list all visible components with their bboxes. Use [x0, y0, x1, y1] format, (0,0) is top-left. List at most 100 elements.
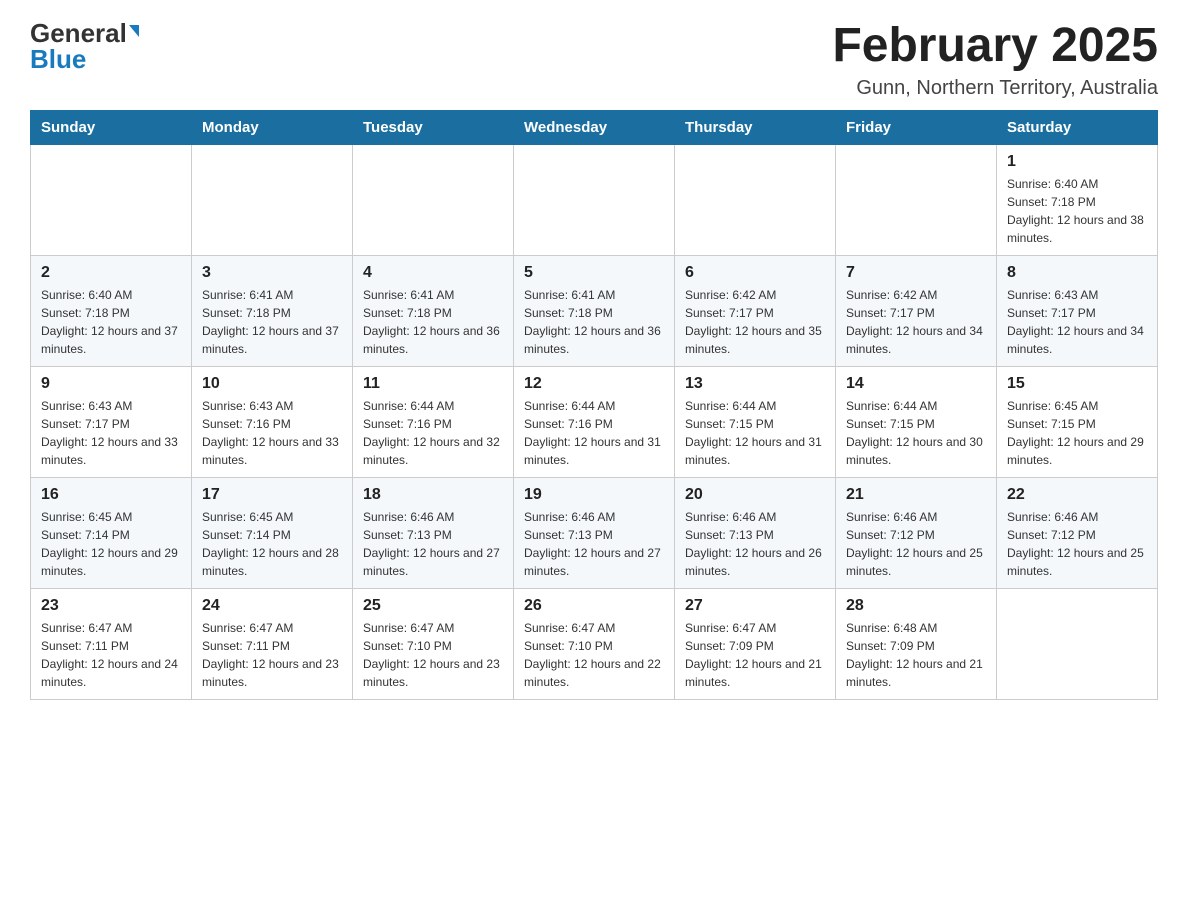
- calendar-cell: 3 Sunrise: 6:41 AM Sunset: 7:18 PM Daylig…: [192, 255, 353, 366]
- day-info: Sunrise: 6:46 AM Sunset: 7:12 PM Dayligh…: [846, 508, 986, 580]
- day-info: Sunrise: 6:42 AM Sunset: 7:17 PM Dayligh…: [685, 286, 825, 358]
- calendar-cell: 25 Sunrise: 6:47 AM Sunset: 7:10 PM Dayli…: [353, 588, 514, 699]
- day-number: 28: [846, 597, 986, 615]
- calendar-cell: 9 Sunrise: 6:43 AM Sunset: 7:17 PM Daylig…: [31, 366, 192, 477]
- calendar-cell: 5 Sunrise: 6:41 AM Sunset: 7:18 PM Daylig…: [514, 255, 675, 366]
- calendar-cell: 23 Sunrise: 6:47 AM Sunset: 7:11 PM Dayli…: [31, 588, 192, 699]
- day-number: 24: [202, 597, 342, 615]
- day-info: Sunrise: 6:48 AM Sunset: 7:09 PM Dayligh…: [846, 619, 986, 691]
- day-info: Sunrise: 6:41 AM Sunset: 7:18 PM Dayligh…: [202, 286, 342, 358]
- day-info: Sunrise: 6:43 AM Sunset: 7:17 PM Dayligh…: [1007, 286, 1147, 358]
- calendar-header-row: SundayMondayTuesdayWednesdayThursdayFrid…: [31, 110, 1158, 144]
- calendar-cell: 19 Sunrise: 6:46 AM Sunset: 7:13 PM Dayli…: [514, 477, 675, 588]
- day-number: 21: [846, 486, 986, 504]
- calendar-cell: 20 Sunrise: 6:46 AM Sunset: 7:13 PM Dayli…: [675, 477, 836, 588]
- header-sunday: Sunday: [31, 110, 192, 144]
- day-info: Sunrise: 6:44 AM Sunset: 7:15 PM Dayligh…: [685, 397, 825, 469]
- day-info: Sunrise: 6:42 AM Sunset: 7:17 PM Dayligh…: [846, 286, 986, 358]
- day-number: 23: [41, 597, 181, 615]
- calendar-cell: [997, 588, 1158, 699]
- day-info: Sunrise: 6:43 AM Sunset: 7:16 PM Dayligh…: [202, 397, 342, 469]
- calendar-cell: 8 Sunrise: 6:43 AM Sunset: 7:17 PM Daylig…: [997, 255, 1158, 366]
- day-info: Sunrise: 6:46 AM Sunset: 7:13 PM Dayligh…: [363, 508, 503, 580]
- day-number: 6: [685, 264, 825, 282]
- day-number: 9: [41, 375, 181, 393]
- calendar-cell: 18 Sunrise: 6:46 AM Sunset: 7:13 PM Dayli…: [353, 477, 514, 588]
- day-info: Sunrise: 6:46 AM Sunset: 7:13 PM Dayligh…: [685, 508, 825, 580]
- calendar-cell: 11 Sunrise: 6:44 AM Sunset: 7:16 PM Dayli…: [353, 366, 514, 477]
- header-wednesday: Wednesday: [514, 110, 675, 144]
- day-number: 20: [685, 486, 825, 504]
- calendar-cell: 6 Sunrise: 6:42 AM Sunset: 7:17 PM Daylig…: [675, 255, 836, 366]
- day-number: 7: [846, 264, 986, 282]
- day-number: 16: [41, 486, 181, 504]
- day-number: 14: [846, 375, 986, 393]
- calendar-cell: 22Sunrise: 6:46 AM Sunset: 7:12 PM Dayli…: [997, 477, 1158, 588]
- calendar-cell: [353, 144, 514, 255]
- calendar-cell: [675, 144, 836, 255]
- day-info: Sunrise: 6:44 AM Sunset: 7:16 PM Dayligh…: [524, 397, 664, 469]
- logo-general-text: General: [30, 20, 127, 46]
- month-title: February 2025: [832, 20, 1158, 73]
- day-info: Sunrise: 6:47 AM Sunset: 7:10 PM Dayligh…: [363, 619, 503, 691]
- calendar-cell: 7 Sunrise: 6:42 AM Sunset: 7:17 PM Daylig…: [836, 255, 997, 366]
- day-number: 5: [524, 264, 664, 282]
- calendar-cell: 24 Sunrise: 6:47 AM Sunset: 7:11 PM Dayli…: [192, 588, 353, 699]
- header-friday: Friday: [836, 110, 997, 144]
- calendar-cell: [192, 144, 353, 255]
- calendar-cell: 13 Sunrise: 6:44 AM Sunset: 7:15 PM Dayli…: [675, 366, 836, 477]
- header-saturday: Saturday: [997, 110, 1158, 144]
- week-row-5: 23 Sunrise: 6:47 AM Sunset: 7:11 PM Dayli…: [31, 588, 1158, 699]
- calendar-cell: 28 Sunrise: 6:48 AM Sunset: 7:09 PM Dayli…: [836, 588, 997, 699]
- day-info: Sunrise: 6:40 AM Sunset: 7:18 PM Dayligh…: [1007, 175, 1147, 247]
- page-header: General Blue February 2025 Gunn, Norther…: [30, 20, 1158, 100]
- day-info: Sunrise: 6:41 AM Sunset: 7:18 PM Dayligh…: [363, 286, 503, 358]
- calendar-cell: 12 Sunrise: 6:44 AM Sunset: 7:16 PM Dayli…: [514, 366, 675, 477]
- day-number: 2: [41, 264, 181, 282]
- day-number: 10: [202, 375, 342, 393]
- calendar-cell: [836, 144, 997, 255]
- day-info: Sunrise: 6:41 AM Sunset: 7:18 PM Dayligh…: [524, 286, 664, 358]
- week-row-4: 16 Sunrise: 6:45 AM Sunset: 7:14 PM Dayli…: [31, 477, 1158, 588]
- calendar-cell: 1Sunrise: 6:40 AM Sunset: 7:18 PM Daylig…: [997, 144, 1158, 255]
- header-thursday: Thursday: [675, 110, 836, 144]
- day-info: Sunrise: 6:47 AM Sunset: 7:11 PM Dayligh…: [202, 619, 342, 691]
- day-number: 3: [202, 264, 342, 282]
- logo: General Blue: [30, 20, 139, 72]
- day-info: Sunrise: 6:47 AM Sunset: 7:09 PM Dayligh…: [685, 619, 825, 691]
- day-info: Sunrise: 6:45 AM Sunset: 7:15 PM Dayligh…: [1007, 397, 1147, 469]
- day-number: 11: [363, 375, 503, 393]
- title-section: February 2025 Gunn, Northern Territory, …: [832, 20, 1158, 100]
- day-info: Sunrise: 6:44 AM Sunset: 7:15 PM Dayligh…: [846, 397, 986, 469]
- calendar-cell: 21 Sunrise: 6:46 AM Sunset: 7:12 PM Dayli…: [836, 477, 997, 588]
- day-number: 19: [524, 486, 664, 504]
- day-number: 18: [363, 486, 503, 504]
- day-info: Sunrise: 6:46 AM Sunset: 7:13 PM Dayligh…: [524, 508, 664, 580]
- logo-arrow-icon: [129, 25, 139, 37]
- location-text: Gunn, Northern Territory, Australia: [832, 77, 1158, 100]
- day-info: Sunrise: 6:47 AM Sunset: 7:10 PM Dayligh…: [524, 619, 664, 691]
- calendar-cell: 16Sunrise: 6:45 AM Sunset: 7:14 PM Dayli…: [31, 477, 192, 588]
- day-number: 13: [685, 375, 825, 393]
- day-number: 12: [524, 375, 664, 393]
- logo-blue-text: Blue: [30, 46, 86, 72]
- day-number: 25: [363, 597, 503, 615]
- calendar-cell: 2 Sunrise: 6:40 AM Sunset: 7:18 PM Daylig…: [31, 255, 192, 366]
- calendar-cell: 4 Sunrise: 6:41 AM Sunset: 7:18 PM Daylig…: [353, 255, 514, 366]
- week-row-2: 2 Sunrise: 6:40 AM Sunset: 7:18 PM Daylig…: [31, 255, 1158, 366]
- calendar-cell: 10 Sunrise: 6:43 AM Sunset: 7:16 PM Dayli…: [192, 366, 353, 477]
- week-row-3: 9 Sunrise: 6:43 AM Sunset: 7:17 PM Daylig…: [31, 366, 1158, 477]
- day-info: Sunrise: 6:43 AM Sunset: 7:17 PM Dayligh…: [41, 397, 181, 469]
- day-number: 8: [1007, 264, 1147, 282]
- day-number: 4: [363, 264, 503, 282]
- calendar-table: SundayMondayTuesdayWednesdayThursdayFrid…: [30, 110, 1158, 700]
- day-info: Sunrise: 6:46 AM Sunset: 7:12 PM Dayligh…: [1007, 508, 1147, 580]
- day-info: Sunrise: 6:44 AM Sunset: 7:16 PM Dayligh…: [363, 397, 503, 469]
- day-number: 17: [202, 486, 342, 504]
- calendar-cell: [514, 144, 675, 255]
- calendar-cell: 27Sunrise: 6:47 AM Sunset: 7:09 PM Dayli…: [675, 588, 836, 699]
- day-info: Sunrise: 6:40 AM Sunset: 7:18 PM Dayligh…: [41, 286, 181, 358]
- day-info: Sunrise: 6:47 AM Sunset: 7:11 PM Dayligh…: [41, 619, 181, 691]
- calendar-cell: 15Sunrise: 6:45 AM Sunset: 7:15 PM Dayli…: [997, 366, 1158, 477]
- day-info: Sunrise: 6:45 AM Sunset: 7:14 PM Dayligh…: [202, 508, 342, 580]
